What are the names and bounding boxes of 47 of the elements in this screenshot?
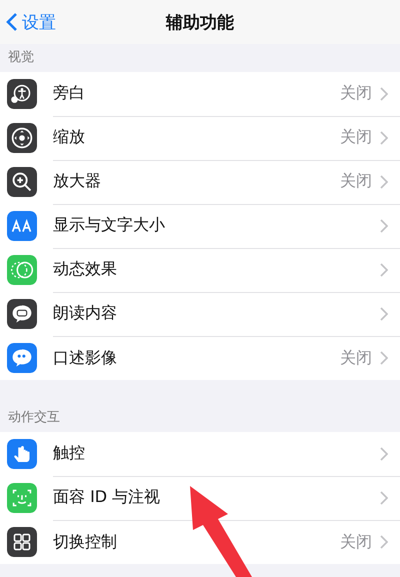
row-label: 面容 ID 与注视 — [53, 487, 160, 506]
letters-icon — [7, 211, 37, 241]
quote-bubble-icon — [7, 343, 37, 373]
chevron-right-icon — [380, 130, 388, 144]
row-value: 关闭 — [340, 83, 372, 104]
row-label: 切换控制 — [53, 532, 117, 550]
row-value: 关闭 — [340, 532, 372, 552]
settings-row[interactable]: 动态效果 — [0, 248, 400, 292]
speech-bubble-icon — [7, 299, 37, 329]
chevron-left-icon — [6, 12, 18, 32]
page-title: 辅助功能 — [166, 12, 234, 32]
section-header: 动作交互 — [8, 410, 60, 425]
chevron-right-icon — [380, 490, 388, 504]
section-header: 视觉 — [8, 50, 34, 65]
row-label: 口述影像 — [53, 348, 117, 366]
settings-row[interactable]: 口述影像 关闭 — [0, 336, 400, 380]
chevron-right-icon — [380, 446, 388, 460]
settings-row[interactable]: 显示与文字大小 — [0, 204, 400, 248]
row-value: 关闭 — [340, 127, 372, 148]
chevron-right-icon — [380, 535, 388, 549]
chevron-right-icon — [380, 306, 388, 320]
settings-row[interactable]: 旁白 关闭 — [0, 72, 400, 116]
hand-icon — [7, 439, 37, 469]
row-label: 显示与文字大小 — [53, 215, 165, 234]
chevron-right-icon — [380, 218, 388, 232]
chevron-right-icon — [380, 174, 388, 188]
settings-row[interactable]: 触控 — [0, 432, 400, 476]
row-label: 动态效果 — [53, 259, 117, 278]
row-label: 缩放 — [53, 127, 85, 146]
back-button[interactable]: 设置 — [0, 10, 62, 34]
face-icon — [7, 483, 37, 513]
grid-icon — [7, 527, 37, 557]
chevron-right-icon — [380, 86, 388, 100]
row-value: 关闭 — [340, 171, 372, 192]
row-label: 旁白 — [53, 83, 85, 102]
magnifier-icon — [7, 167, 37, 197]
chevron-right-icon — [380, 262, 388, 276]
row-label: 朗读内容 — [53, 303, 117, 322]
chevron-right-icon — [380, 351, 388, 365]
row-value: 关闭 — [340, 348, 372, 368]
row-label: 触控 — [53, 443, 85, 462]
circle-target-icon — [7, 123, 37, 153]
settings-row[interactable]: 缩放 关闭 — [0, 116, 400, 160]
circles-icon — [7, 255, 37, 285]
settings-row[interactable]: 朗读内容 — [0, 292, 400, 336]
settings-row[interactable]: 放大器 关闭 — [0, 160, 400, 204]
row-label: 放大器 — [53, 171, 101, 190]
